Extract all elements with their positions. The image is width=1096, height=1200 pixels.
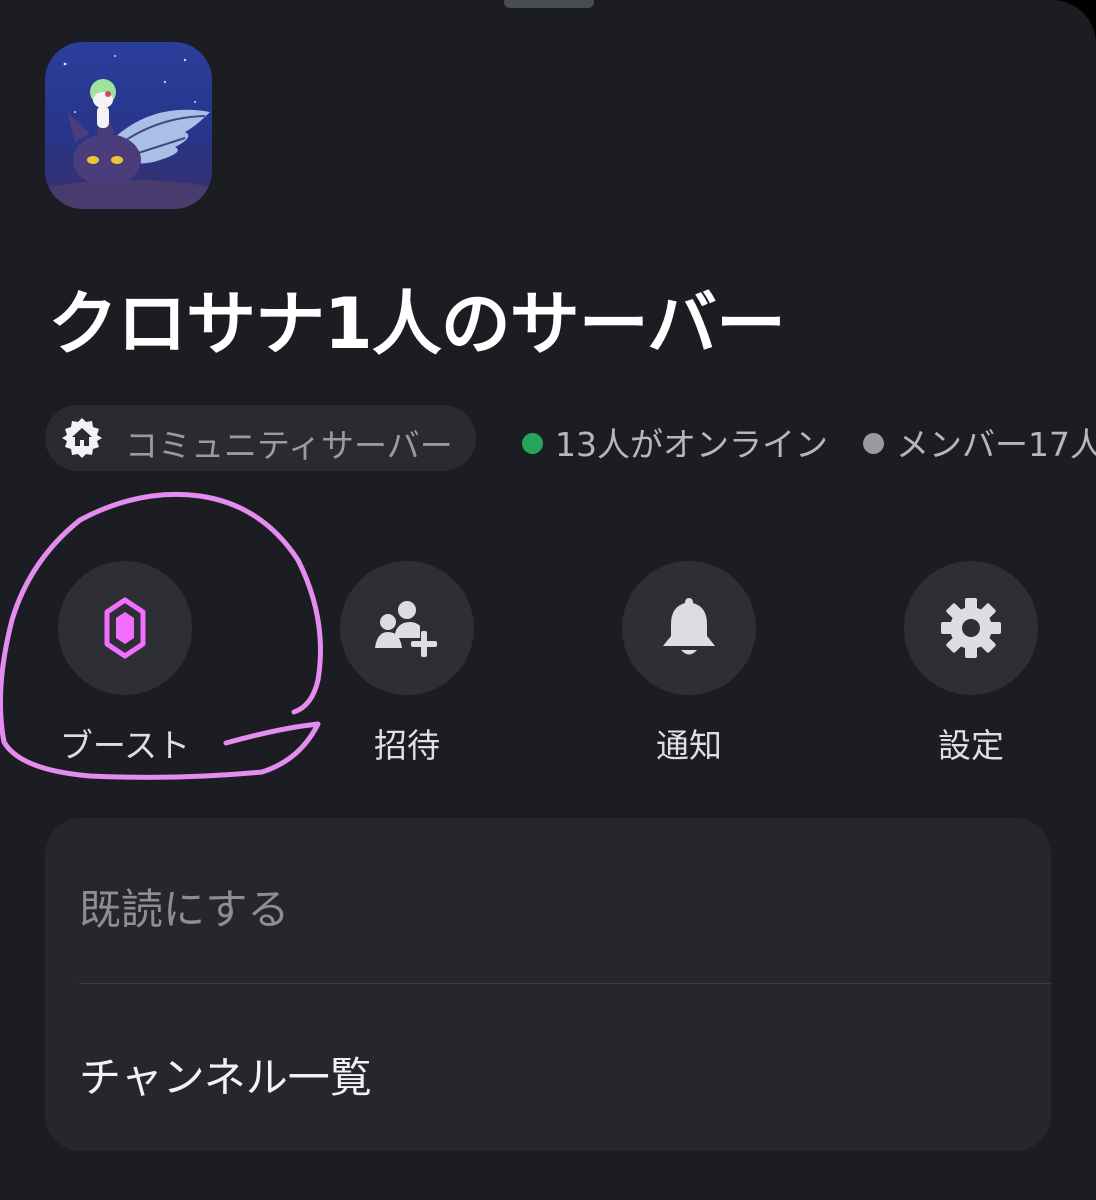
notifications-label: 通知	[656, 726, 722, 765]
settings-label: 設定	[938, 726, 1004, 765]
boost-button[interactable]: ブースト	[58, 561, 192, 765]
server-menu-card: 既読にする チャンネル一覧	[45, 818, 1051, 1151]
online-text: 13人がオンライン	[555, 425, 828, 464]
boost-label: ブースト	[59, 726, 191, 765]
invite-button[interactable]: 招待	[340, 561, 474, 765]
members-text: メンバー17人	[896, 425, 1096, 464]
bell-icon	[663, 598, 715, 655]
community-server-badge[interactable]: コミュニティサーバー	[45, 405, 476, 471]
server-icon-image	[45, 42, 212, 209]
invite-button-circle[interactable]	[340, 561, 474, 695]
settings-button[interactable]: 設定	[904, 561, 1038, 765]
server-title: クロサナ1人のサーバー	[48, 283, 786, 365]
channel-list-item[interactable]: チャンネル一覧	[79, 1044, 372, 1105]
add-member-icon	[375, 601, 437, 657]
online-dot	[522, 433, 543, 454]
notifications-button[interactable]: 通知	[622, 561, 756, 765]
boost-gem-icon	[104, 597, 146, 659]
mark-as-read-item[interactable]: 既読にする	[79, 876, 289, 937]
member-dot	[863, 433, 884, 454]
settings-button-circle[interactable]	[904, 561, 1038, 695]
gear-icon	[941, 598, 1001, 658]
member-count: メンバー17人	[863, 418, 1096, 466]
online-count: 13人がオンライン	[522, 418, 828, 466]
community-home-icon	[61, 417, 103, 459]
menu-divider	[79, 983, 1051, 984]
boost-button-circle[interactable]	[58, 561, 192, 695]
sheet-grabber[interactable]	[504, 0, 594, 8]
invite-label: 招待	[374, 726, 440, 765]
community-label: コミュニティサーバー	[125, 426, 453, 465]
server-sheet: クロサナ1人のサーバー コミュニティサーバー 13人がオンライン メンバー17人…	[0, 0, 1096, 1200]
notifications-button-circle[interactable]	[622, 561, 756, 695]
